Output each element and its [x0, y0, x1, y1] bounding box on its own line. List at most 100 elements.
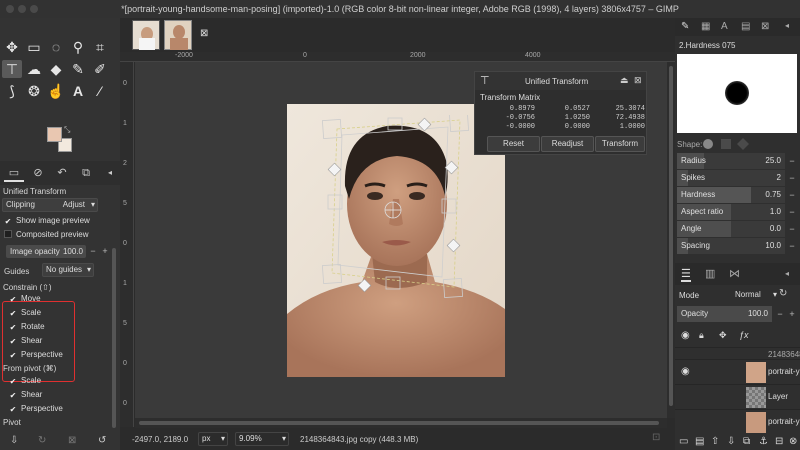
constrain-scale-checkbox[interactable]: ✔ Scale [9, 308, 41, 318]
horizontal-scrollbar[interactable] [135, 418, 667, 428]
restore-options-icon[interactable]: ↻ [38, 435, 46, 446]
tab-menu-icon[interactable]: ◂ [100, 164, 120, 182]
tab-undo-history[interactable]: ↶ [52, 164, 72, 182]
free-select-tool-icon[interactable]: ◌ [46, 38, 66, 56]
close-icon[interactable]: ⊠ [761, 21, 769, 32]
image-tab-1[interactable] [132, 20, 160, 50]
minus-button[interactable]: − [787, 205, 797, 219]
paintbrush-tool-icon[interactable]: ✎ [68, 60, 88, 78]
reset-button[interactable]: Reset [487, 136, 540, 152]
opacity-slider[interactable]: Opacity 100.0 [677, 306, 772, 322]
rect-select-tool-icon[interactable]: ▭ [24, 38, 44, 56]
constrain-perspective-checkbox[interactable]: ✔ Perspective [9, 350, 63, 360]
eye-icon[interactable]: ◉ [681, 330, 690, 341]
raise-layer-icon[interactable]: ⇧ [711, 436, 719, 447]
swap-colors-icon[interactable]: ⤡ [64, 125, 70, 135]
diamond-shape-icon[interactable] [736, 137, 750, 151]
eject-icon[interactable]: ⏏ [620, 75, 629, 86]
transform-handles-overlay[interactable] [320, 115, 470, 300]
constrain-move-checkbox[interactable]: ✔ Move [9, 294, 41, 304]
zoom-combo[interactable]: 9.09% ▾ [235, 432, 289, 446]
vertical-scrollbar[interactable] [667, 62, 675, 418]
new-layer-icon[interactable]: ▭ [679, 436, 688, 447]
tab-menu-icon[interactable]: ◂ [785, 21, 789, 30]
paths-tab-icon[interactable]: ⋈ [729, 267, 740, 280]
hardness-slider[interactable]: Hardness 0.75 [677, 187, 785, 203]
tab-images[interactable]: ⧉ [76, 164, 96, 182]
channels-tab-icon[interactable]: ▥ [705, 267, 715, 280]
new-group-icon[interactable]: ▤ [695, 436, 704, 447]
gradients-tab-icon[interactable]: ▤ [741, 21, 750, 32]
fuzzy-select-tool-icon[interactable]: ⚲ [68, 38, 88, 56]
unified-transform-tool-icon[interactable]: ⊤ [2, 60, 22, 78]
navigate-icon[interactable]: ⊡ [652, 432, 660, 443]
lock-alpha-icon[interactable]: ƒx [739, 330, 749, 340]
move-tool-icon[interactable]: ✥ [2, 38, 22, 56]
opacity-minus-button[interactable]: − [775, 307, 785, 321]
layer-row[interactable]: ◉ portrait-yo [675, 359, 800, 384]
pivot-perspective-checkbox[interactable]: ✔ Perspective [9, 404, 63, 414]
tool-options-scrollbar[interactable] [112, 248, 116, 428]
spikes-slider[interactable]: Spikes 2 [677, 170, 785, 186]
image-opacity-slider[interactable]: Image opacity 100.0 [6, 245, 86, 258]
spacing-slider[interactable]: Spacing 10.0 [677, 238, 785, 254]
angle-slider[interactable]: Angle 0.0 [677, 221, 785, 237]
smudge-tool-icon[interactable]: ☝ [46, 82, 66, 100]
duplicate-layer-icon[interactable]: ⧉ [743, 436, 750, 447]
increase-button[interactable]: + [100, 244, 110, 258]
opacity-plus-button[interactable]: + [787, 307, 797, 321]
eye-icon[interactable]: ◉ [681, 366, 690, 377]
mode-reset-icon[interactable]: ↻ [779, 288, 787, 299]
eraser-tool-icon[interactable]: ✐ [90, 60, 110, 78]
merge-layer-icon[interactable]: ⊟ [775, 436, 783, 447]
tab-device-status[interactable]: ⊘ [28, 164, 48, 182]
unit-combo[interactable]: px ▾ [198, 432, 228, 446]
text-tool-icon[interactable]: A [68, 82, 88, 100]
radius-slider[interactable]: Radius 25.0 [677, 153, 785, 169]
tab-menu-icon[interactable]: ◂ [785, 269, 789, 278]
clipping-combo[interactable]: Clipping Adjust ▾ [2, 198, 98, 212]
constrain-rotate-checkbox[interactable]: ✔ Rotate [9, 322, 45, 332]
fonts-tab-icon[interactable]: A [721, 21, 728, 32]
layer-row[interactable]: portrait-yo [675, 409, 800, 434]
clone-tool-icon[interactable]: ❂ [24, 82, 44, 100]
minus-button[interactable]: − [787, 222, 797, 236]
close-icon[interactable]: ⊠ [634, 75, 642, 86]
patterns-tab-icon[interactable]: ▦ [701, 21, 710, 32]
warp-tool-icon[interactable]: ☁ [24, 60, 44, 78]
save-options-icon[interactable]: ⇩ [10, 435, 18, 446]
readjust-button[interactable]: Readjust [541, 136, 594, 152]
guides-combo[interactable]: No guides ▾ [42, 263, 94, 277]
layer-row[interactable]: Layer [675, 384, 800, 409]
pivot-scale-checkbox[interactable]: ✔ Scale [9, 376, 41, 386]
mode-combo[interactable]: Normal ▾ [731, 288, 777, 302]
square-shape-icon[interactable] [721, 139, 731, 149]
delete-layer-icon[interactable]: ⊗ [789, 436, 797, 447]
decrease-button[interactable]: − [88, 244, 98, 258]
tab-tool-options[interactable]: ▭ [4, 164, 24, 182]
close-tab-icon[interactable]: ⊠ [200, 28, 208, 39]
crop-tool-icon[interactable]: ⌗ [90, 38, 110, 56]
show-preview-checkbox[interactable]: ✔ Show image preview [4, 216, 90, 226]
paint-bucket-tool-icon[interactable]: ◆ [46, 60, 66, 78]
transform-button[interactable]: Transform [595, 136, 645, 152]
lower-layer-icon[interactable]: ⇩ [727, 436, 735, 447]
pivot-shear-checkbox[interactable]: ✔ Shear [9, 390, 43, 400]
delete-options-icon[interactable]: ⊠ [68, 435, 76, 446]
aspect-ratio-slider[interactable]: Aspect ratio 1.0 [677, 204, 785, 220]
brushes-tab-icon[interactable]: ✎ [681, 21, 689, 32]
path-tool-icon[interactable]: ⟆ [2, 82, 22, 100]
constrain-shear-checkbox[interactable]: ✔ Shear [9, 336, 43, 346]
minus-button[interactable]: − [787, 239, 797, 253]
lock-position-icon[interactable]: ✥ [719, 330, 727, 341]
image-tab-2[interactable] [164, 20, 192, 50]
minus-button[interactable]: − [787, 154, 797, 168]
minus-button[interactable]: − [787, 188, 797, 202]
reset-options-icon[interactable]: ↺ [98, 435, 106, 446]
lock-icon[interactable]: 🔒︎ [699, 330, 704, 341]
color-picker-tool-icon[interactable]: ⁄ [90, 82, 110, 100]
minus-button[interactable]: − [787, 171, 797, 185]
anchor-layer-icon[interactable]: ⚓︎ [759, 436, 768, 447]
composited-preview-checkbox[interactable]: Composited preview [4, 230, 88, 239]
circle-shape-icon[interactable] [703, 139, 713, 149]
